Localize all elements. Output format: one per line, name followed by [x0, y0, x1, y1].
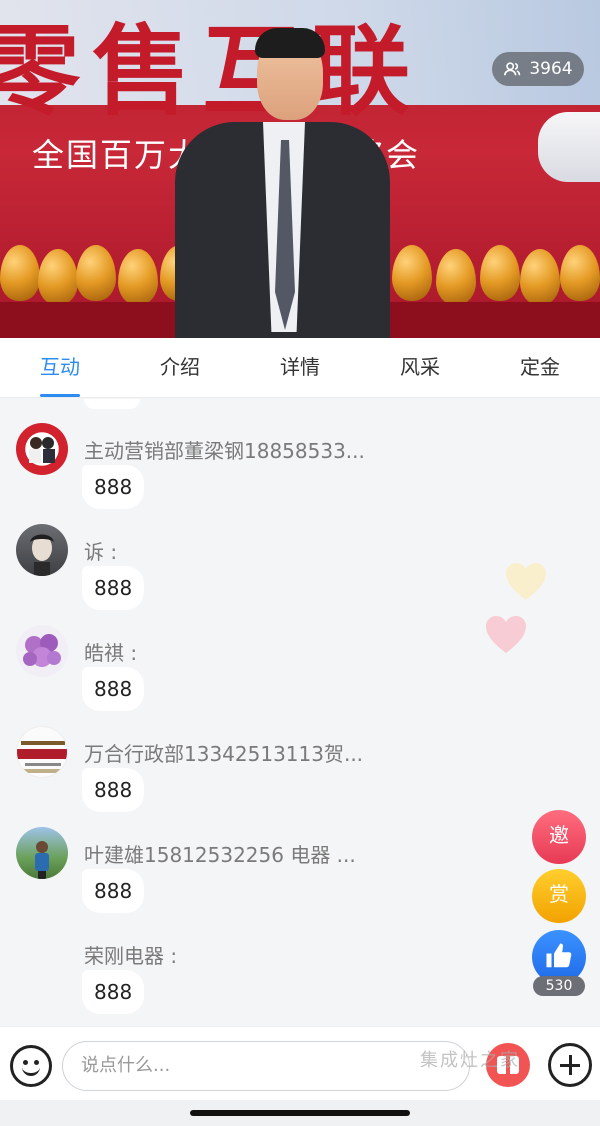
- floating-heart-icon: [486, 616, 526, 653]
- presenter: [175, 22, 390, 338]
- plus-icon[interactable]: [548, 1043, 592, 1087]
- viewers-icon: [504, 62, 521, 76]
- sender-name: 主动营销部董梁钢18858533...: [84, 439, 365, 463]
- message-bubble: 888: [82, 566, 145, 610]
- chat-list[interactable]: 主动营销部董梁钢18858533... 888 诉 : 888 皓祺 : 888…: [0, 399, 600, 1026]
- golden-egg: [76, 245, 116, 301]
- watermark: 集成灶之家: [420, 1050, 520, 1071]
- like-count: 530: [533, 976, 585, 996]
- invite-label: 邀: [549, 823, 569, 847]
- reward-button[interactable]: 赏: [532, 869, 586, 923]
- previous-bubble: [84, 399, 140, 409]
- avatar[interactable]: [16, 827, 68, 879]
- comment-input[interactable]: 说点什么...: [62, 1041, 470, 1091]
- sender-name: 皓祺 :: [84, 641, 138, 665]
- golden-egg: [480, 245, 520, 301]
- avatar[interactable]: [16, 423, 68, 475]
- golden-egg: [38, 249, 78, 305]
- reward-label: 赏: [549, 882, 569, 906]
- chat-message: 万合行政部13342513113贺... 888: [0, 726, 600, 826]
- tab-bar: 互动 介绍 详情 风采 定金: [0, 338, 600, 398]
- message-bubble: 888: [82, 970, 145, 1014]
- message-bubble: 888: [82, 667, 145, 711]
- chat-message: 叶建雄15812532256 电器 ... 888: [0, 827, 600, 927]
- live-video-player[interactable]: 零售互联 全国百万大 略会 3964: [0, 0, 600, 338]
- viewer-count-badge: 3964: [492, 52, 584, 86]
- chat-message: 荣刚电器 : 888: [0, 928, 600, 1026]
- viewer-count: 3964: [529, 59, 573, 79]
- sender-name: 荣刚电器 :: [84, 944, 178, 968]
- golden-egg: [0, 245, 40, 301]
- golden-egg: [520, 249, 560, 305]
- floating-heart-icon: [506, 563, 546, 600]
- tab-gallery[interactable]: 风采: [360, 338, 480, 397]
- avatar[interactable]: [16, 726, 68, 778]
- golden-egg: [560, 245, 600, 301]
- emoji-icon[interactable]: [10, 1045, 52, 1087]
- golden-egg: [436, 249, 476, 305]
- message-bubble: 888: [82, 465, 145, 509]
- message-bubble: 888: [82, 869, 145, 913]
- tab-deposit[interactable]: 定金: [480, 338, 600, 397]
- sender-name: 叶建雄15812532256 电器 ...: [84, 843, 356, 867]
- chat-message: 主动营销部董梁钢18858533... 888: [0, 423, 600, 523]
- tab-interaction[interactable]: 互动: [0, 338, 120, 397]
- home-indicator[interactable]: [190, 1110, 410, 1116]
- thumbs-up-icon: [546, 943, 572, 968]
- golden-egg: [392, 245, 432, 301]
- sender-name: 诉 :: [84, 540, 118, 564]
- gloved-hand: [538, 112, 600, 182]
- message-bubble: 888: [82, 768, 145, 812]
- invite-button[interactable]: 邀: [532, 810, 586, 864]
- golden-egg: [118, 249, 158, 305]
- avatar[interactable]: [16, 524, 68, 576]
- tab-intro[interactable]: 介绍: [120, 338, 240, 397]
- sender-name: 万合行政部13342513113贺...: [84, 742, 364, 766]
- avatar[interactable]: [16, 625, 68, 677]
- tab-details[interactable]: 详情: [240, 338, 360, 397]
